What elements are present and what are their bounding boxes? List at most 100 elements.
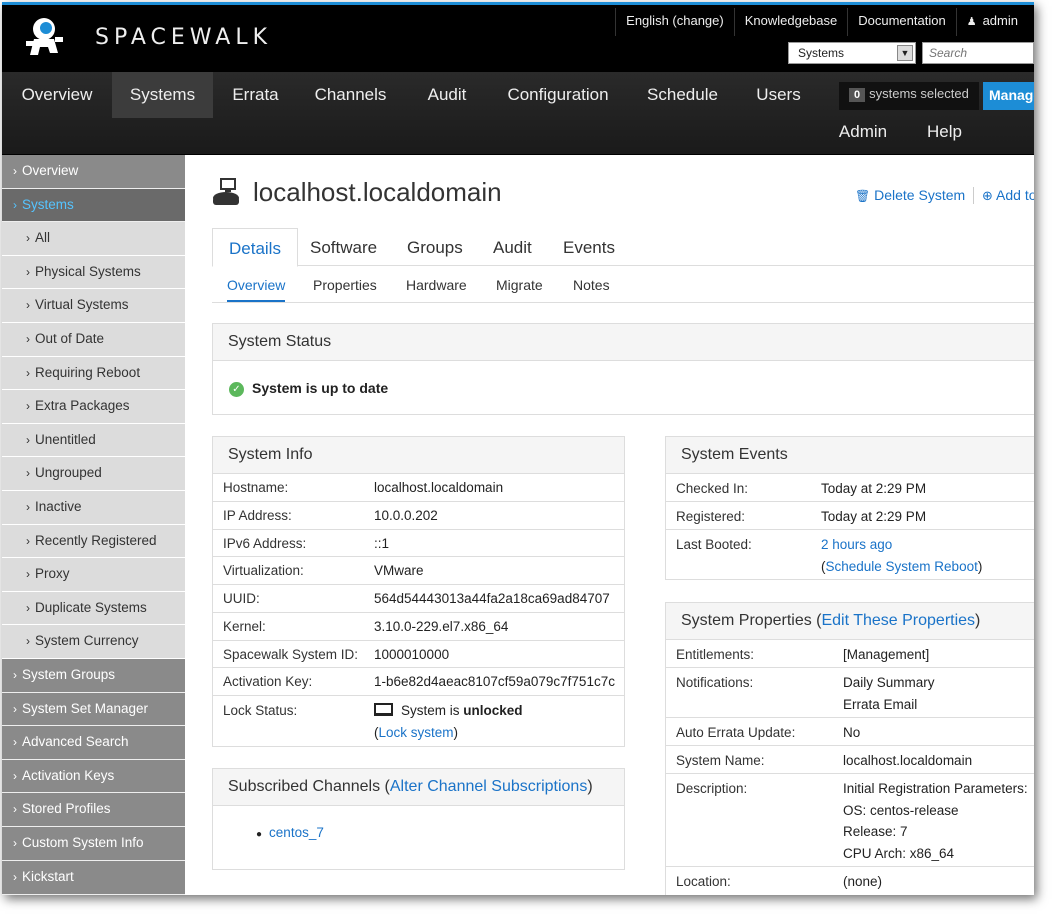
sidebar-item-label: Overview <box>22 163 79 178</box>
sidebar-item-duplicate-systems[interactable]: › Duplicate Systems <box>2 592 185 625</box>
chevron-right-icon: › <box>26 298 30 312</box>
nav-users[interactable]: Users <box>740 72 817 118</box>
sidebar-item-custom-system-info[interactable]: › Custom System Info <box>2 827 185 861</box>
table-row: Last Booted: 2 hours ago (Schedule System … <box>676 537 983 574</box>
subtab-overview[interactable]: Overview <box>227 277 286 302</box>
chevron-right-icon: › <box>26 231 30 245</box>
documentation-link[interactable]: Documentation <box>847 8 955 36</box>
system-events-panel: System Events Checked In: Today at 2:29 P… <box>665 436 1034 580</box>
sidebar-item-label: Ungrouped <box>35 465 102 480</box>
sidebar-item-label: All <box>35 230 51 245</box>
nav-errata[interactable]: Errata <box>213 72 298 118</box>
chevron-right-icon: › <box>26 466 30 480</box>
language-link[interactable]: English (change) <box>615 8 734 36</box>
sidebar-item-system-currency[interactable]: › System Currency <box>2 625 185 659</box>
checked-in-link[interactable]: Today at 2:29 PM <box>821 478 926 500</box>
sidebar-item-label: Recently Registered <box>35 533 157 548</box>
chevron-right-icon: › <box>13 802 17 816</box>
chevron-right-icon: › <box>26 634 30 648</box>
sidebar-item-systems[interactable]: › Systems <box>2 189 185 222</box>
subtab-migrate[interactable]: Migrate <box>496 277 543 293</box>
system-properties-panel: System Properties (Edit These Properties… <box>665 602 1034 895</box>
system-info-panel: System Info Hostname: localhost.localdoma… <box>212 436 625 747</box>
sidebar-item-label: Inactive <box>35 499 82 514</box>
chevron-right-icon: › <box>13 735 17 749</box>
nav-audit[interactable]: Audit <box>403 72 491 118</box>
panel-heading: System Info <box>213 437 624 474</box>
sidebar-item-unentitled[interactable]: › Unentitled <box>2 424 185 457</box>
subtab-properties[interactable]: Properties <box>313 277 377 293</box>
table-row: Location: (none) <box>676 874 883 889</box>
chevron-right-icon: › <box>26 265 30 279</box>
table-row: Notifications: Daily Summary Errata Email <box>666 668 1034 718</box>
tab-software[interactable]: Software <box>294 228 393 267</box>
sidebar-item-label: Out of Date <box>35 331 105 346</box>
nav-overview[interactable]: Overview <box>2 72 112 118</box>
user-link[interactable]: ♟ admin <box>955 8 1034 36</box>
sidebar-item-stored-profiles[interactable]: › Stored Profiles <box>2 793 185 827</box>
brand-name[interactable]: SPACEWALK <box>95 25 272 50</box>
nav-systems[interactable]: Systems <box>112 72 213 118</box>
search-scope-select[interactable]: Systems ▼ <box>788 42 916 64</box>
subtab-hardware[interactable]: Hardware <box>406 277 467 293</box>
chevron-right-icon: › <box>26 332 30 346</box>
lock-system-link[interactable]: Lock system <box>379 725 454 740</box>
last-booted-link[interactable]: 2 hours ago <box>821 537 892 552</box>
table-row: Hostname: localhost.localdomain <box>213 474 624 502</box>
nav-admin[interactable]: Admin <box>827 109 899 155</box>
main-content: localhost.localdomain 🗑︎ Delete System ⊕… <box>185 155 1034 895</box>
chevron-right-icon: › <box>26 366 30 380</box>
sidebar-item-kickstart[interactable]: › Kickstart <box>2 861 185 895</box>
alter-channel-subscriptions-link[interactable]: Alter Channel Subscriptions <box>390 778 587 795</box>
chevron-right-icon: › <box>13 198 17 212</box>
sidebar-item-advanced-search[interactable]: › Advanced Search <box>2 726 185 760</box>
nav-configuration[interactable]: Configuration <box>491 72 625 118</box>
subtab-notes[interactable]: Notes <box>573 277 610 293</box>
schedule-reboot-link[interactable]: Schedule System Reboot <box>826 559 978 574</box>
system-status-panel: System Status ✓ System is up to date <box>212 323 1034 415</box>
sidebar-item-recently-registered[interactable]: › Recently Registered <box>2 525 185 558</box>
sidebar-item-activation-keys[interactable]: › Activation Keys <box>2 760 185 793</box>
sidebar-item-label: System Groups <box>22 667 116 682</box>
tab-details[interactable]: Details <box>212 228 298 267</box>
nav-help[interactable]: Help <box>912 109 977 155</box>
monitor-icon <box>374 703 393 716</box>
plus-circle-icon: ⊕ <box>982 188 993 203</box>
sidebar-item-virtual-systems[interactable]: › Virtual Systems <box>2 289 185 323</box>
chevron-right-icon: › <box>26 500 30 514</box>
sidebar-item-label: Requiring Reboot <box>35 365 141 380</box>
tab-events[interactable]: Events <box>547 228 631 267</box>
sidebar-item-proxy[interactable]: › Proxy <box>2 558 185 592</box>
edit-properties-link[interactable]: Edit These Properties <box>821 612 975 629</box>
systems-selected-indicator: 0 systems selected <box>839 82 979 110</box>
sidebar-item-ungrouped[interactable]: › Ungrouped <box>2 457 185 491</box>
sidebar-item-label: Duplicate Systems <box>35 600 147 615</box>
sidebar-item-system-set-manager[interactable]: › System Set Manager <box>2 693 185 726</box>
server-icon <box>213 178 239 205</box>
spacewalk-astronaut-logo[interactable] <box>22 13 66 61</box>
sidebar-item-requiring-reboot[interactable]: › Requiring Reboot <box>2 357 185 390</box>
registered-link[interactable]: Today at 2:29 PM <box>821 506 926 528</box>
panel-heading: System Events <box>666 437 1034 474</box>
nav-schedule[interactable]: Schedule <box>625 72 740 118</box>
manage-button[interactable]: Manage <box>983 82 1034 110</box>
sidebar-item-system-groups[interactable]: › System Groups <box>2 659 185 693</box>
nav-channels[interactable]: Channels <box>298 72 403 118</box>
search-input[interactable] <box>922 42 1034 64</box>
table-row: IPv6 Address:::1 <box>213 530 624 558</box>
knowledgebase-link[interactable]: Knowledgebase <box>733 8 848 36</box>
sidebar-item-physical-systems[interactable]: › Physical Systems <box>2 256 185 289</box>
sidebar-item-inactive[interactable]: › Inactive <box>2 491 185 525</box>
table-row: IP Address: 10.0.0.202 <box>213 502 624 530</box>
sidebar-item-out-of-date[interactable]: › Out of Date <box>2 323 185 357</box>
sidebar-item-extra-packages[interactable]: › Extra Packages <box>2 390 185 424</box>
channel-link[interactable]: centos_7 <box>269 825 324 840</box>
sidebar-item-all[interactable]: › All <box>2 222 185 256</box>
tab-groups[interactable]: Groups <box>391 228 479 267</box>
sidebar-item-overview[interactable]: › Overview <box>2 155 185 189</box>
add-to-ssm-link[interactable]: ⊕ Add to <box>973 187 1034 204</box>
panel-heading: Subscribed Channels (Alter Channel Subsc… <box>213 769 624 806</box>
delete-system-link[interactable]: 🗑︎ Delete System <box>855 187 965 203</box>
tab-audit[interactable]: Audit <box>477 228 548 267</box>
check-circle-icon: ✓ <box>229 382 244 397</box>
